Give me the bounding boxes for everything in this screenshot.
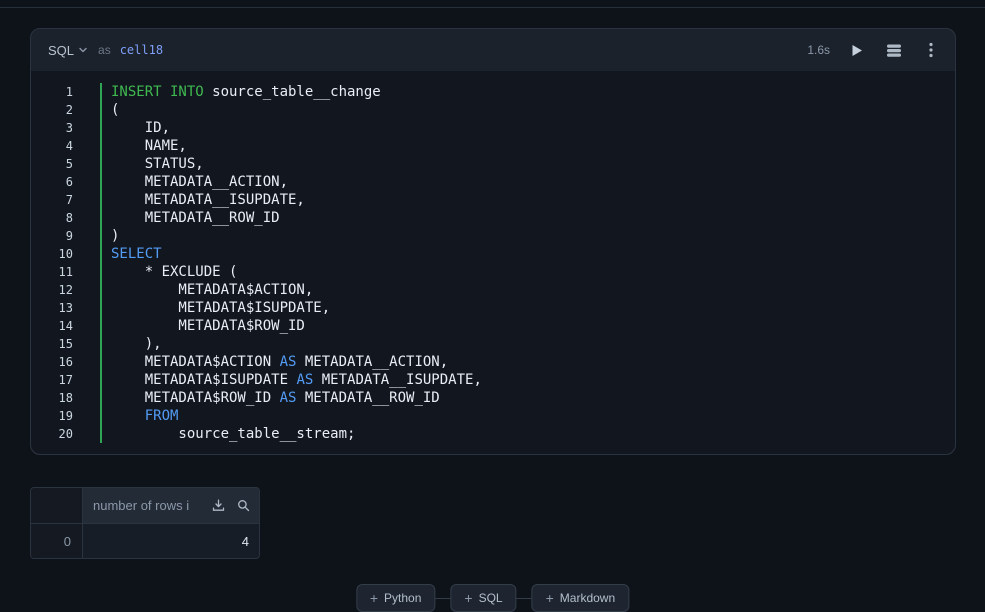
cell-header: SQL as cell18 1.6s — [31, 29, 955, 71]
line-number: 10 — [58, 247, 73, 261]
code-text[interactable]: INSERT INTO source_table__change — [100, 83, 381, 101]
code-line[interactable]: 10 SELECT — [31, 245, 955, 263]
language-label: SQL — [48, 42, 75, 58]
connector-line — [435, 597, 451, 599]
results-table: number of rows i 0 4 — [30, 487, 260, 559]
add-python-label: Python — [384, 591, 422, 605]
line-number: 13 — [58, 301, 73, 315]
add-markdown-label: Markdown — [559, 591, 616, 605]
code-text[interactable]: METADATA__ISUPDATE, — [100, 191, 305, 209]
line-number: 18 — [58, 391, 73, 405]
code-text[interactable]: METADATA$ROW_ID AS METADATA__ROW_ID — [100, 389, 440, 407]
line-number: 19 — [58, 409, 73, 423]
line-number: 1 — [65, 85, 73, 99]
code-text[interactable]: METADATA__ACTION, — [100, 173, 288, 191]
plus-icon: + — [545, 590, 554, 606]
code-text[interactable]: NAME, — [100, 137, 187, 155]
line-number: 7 — [65, 193, 73, 207]
line-number: 20 — [58, 427, 73, 441]
code-text[interactable]: ID, — [100, 119, 170, 137]
code-line[interactable]: 5 STATUS, — [31, 155, 955, 173]
row-value-cell: 4 — [83, 524, 259, 558]
line-number: 6 — [65, 175, 73, 189]
download-icon[interactable] — [210, 498, 226, 514]
row-index-header-cell — [31, 488, 83, 523]
code-text[interactable]: METADATA$ROW_ID — [100, 317, 305, 335]
code-line[interactable]: 15 ), — [31, 335, 955, 353]
code-text[interactable]: METADATA$ACTION, — [100, 281, 313, 299]
add-python-cell-button[interactable]: + Python — [355, 584, 436, 612]
code-line[interactable]: 16 METADATA$ACTION AS METADATA__ACTION, — [31, 353, 955, 371]
code-text[interactable]: ( — [100, 101, 119, 119]
code-editor[interactable]: 1 INSERT INTO source_table__change 2(3 ID,… — [31, 71, 955, 454]
line-number: 11 — [58, 265, 73, 279]
chevron-down-icon — [78, 45, 88, 55]
code-line[interactable]: 3 ID, — [31, 119, 955, 137]
code-line[interactable]: 18 METADATA$ROW_ID AS METADATA__ROW_ID — [31, 389, 955, 407]
code-text[interactable]: ) — [100, 227, 119, 245]
language-dropdown[interactable]: SQL — [48, 43, 88, 58]
add-sql-cell-button[interactable]: + SQL — [450, 584, 517, 612]
code-text[interactable]: FROM — [100, 407, 178, 425]
table-row: 0 4 — [31, 523, 259, 558]
line-number: 3 — [65, 121, 73, 135]
code-text[interactable]: SELECT — [100, 245, 162, 263]
toggle-results-icon[interactable] — [884, 40, 904, 60]
add-markdown-cell-button[interactable]: + Markdown — [531, 584, 630, 612]
line-number: 4 — [65, 139, 73, 153]
line-number: 12 — [58, 283, 73, 297]
line-number: 9 — [65, 229, 73, 243]
code-text[interactable]: METADATA$ISUPDATE, — [100, 299, 330, 317]
results-header-row: number of rows i — [31, 488, 259, 523]
code-text[interactable]: * EXCLUDE ( — [100, 263, 237, 281]
add-sql-label: SQL — [478, 591, 503, 605]
run-cell-button[interactable] — [847, 40, 867, 60]
search-icon[interactable] — [235, 498, 251, 514]
run-duration: 1.6s — [807, 43, 830, 57]
code-line[interactable]: 13 METADATA$ISUPDATE, — [31, 299, 955, 317]
code-line[interactable]: 7 METADATA__ISUPDATE, — [31, 191, 955, 209]
code-line[interactable]: 19 FROM — [31, 407, 955, 425]
line-number: 2 — [65, 103, 73, 117]
cell-header-actions: 1.6s — [807, 40, 941, 60]
line-number: 5 — [65, 157, 73, 171]
line-number: 8 — [65, 211, 73, 225]
plus-icon: + — [464, 590, 473, 606]
code-text[interactable]: source_table__stream; — [100, 425, 355, 443]
column-header-label: number of rows i — [93, 498, 190, 513]
code-line[interactable]: 4 NAME, — [31, 137, 955, 155]
code-line[interactable]: 1 INSERT INTO source_table__change — [31, 83, 955, 101]
row-value: 4 — [241, 533, 249, 549]
code-line[interactable]: 17 METADATA$ISUPDATE AS METADATA__ISUPDA… — [31, 371, 955, 389]
add-cell-bar: + Python + SQL + Markdown — [355, 584, 630, 612]
code-line[interactable]: 14 METADATA$ROW_ID — [31, 317, 955, 335]
cell-name[interactable]: cell18 — [120, 43, 163, 57]
row-index-cell: 0 — [31, 524, 83, 558]
code-text[interactable]: METADATA__ROW_ID — [100, 209, 280, 227]
code-text[interactable]: METADATA$ACTION AS METADATA__ACTION, — [100, 353, 448, 371]
code-line[interactable]: 8 METADATA__ROW_ID — [31, 209, 955, 227]
line-number: 16 — [58, 355, 73, 369]
code-text[interactable]: METADATA$ISUPDATE AS METADATA__ISUPDATE, — [100, 371, 482, 389]
line-number: 14 — [58, 319, 73, 333]
column-header-icons — [210, 498, 251, 514]
code-line[interactable]: 9) — [31, 227, 955, 245]
code-line[interactable]: 11 * EXCLUDE ( — [31, 263, 955, 281]
code-line[interactable]: 12 METADATA$ACTION, — [31, 281, 955, 299]
previous-cell-edge — [0, 7, 985, 8]
code-text[interactable]: ), — [100, 335, 162, 353]
sql-cell-card: SQL as cell18 1.6s 1 INSERT INTO source_… — [30, 28, 956, 455]
code-line[interactable]: 6 METADATA__ACTION, — [31, 173, 955, 191]
connector-line — [516, 597, 532, 599]
code-line[interactable]: 2( — [31, 101, 955, 119]
as-label: as — [98, 43, 111, 57]
cell-menu-kebab-icon[interactable] — [921, 40, 941, 60]
line-number: 17 — [58, 373, 73, 387]
plus-icon: + — [369, 590, 379, 606]
code-text[interactable]: STATUS, — [100, 155, 204, 173]
line-number: 15 — [58, 337, 73, 351]
value-header-cell[interactable]: number of rows i — [83, 488, 259, 523]
code-line[interactable]: 20 source_table__stream; — [31, 425, 955, 443]
